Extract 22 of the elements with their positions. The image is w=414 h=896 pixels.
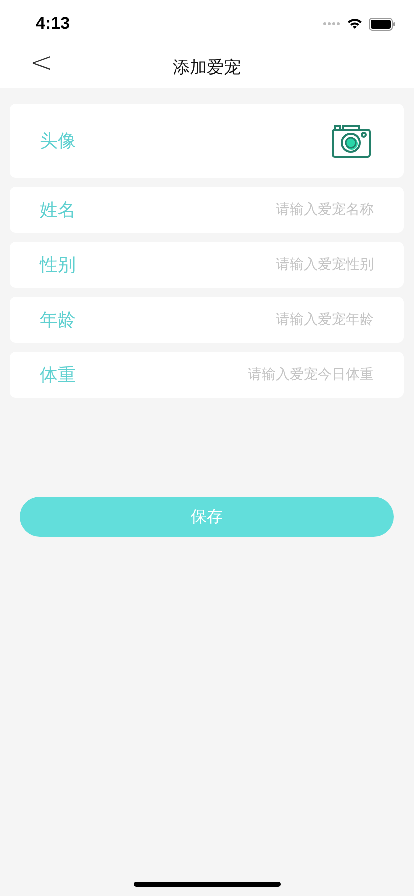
signal-icon	[323, 22, 341, 26]
form-row[interactable]: 性别 请输入爱宠性别	[10, 242, 404, 288]
save-button[interactable]: 保存	[20, 497, 394, 537]
input-field[interactable]: 请输入爱宠今日体重	[154, 364, 374, 386]
field-label: 体重	[40, 364, 76, 388]
form-row[interactable]: 年龄 请输入爱宠年龄	[10, 297, 404, 343]
input-field[interactable]: 请输入爱宠性别	[154, 254, 374, 276]
camera-icon	[332, 123, 372, 159]
back-button[interactable]: <	[30, 48, 54, 78]
field-label: 性别	[40, 254, 76, 278]
battery-icon	[369, 18, 396, 30]
avatar-row[interactable]: 头像	[10, 104, 404, 178]
page-title: 添加爱宠	[173, 57, 241, 80]
form-row[interactable]: 体重 请输入爱宠今日体重	[10, 352, 404, 398]
status-time: 4:13	[36, 13, 70, 36]
wifi-icon	[347, 18, 363, 30]
input-field[interactable]: 请输入爱宠年龄	[154, 310, 374, 330]
field-label: 年龄	[40, 308, 76, 332]
input-field[interactable]: 请输入爱宠名称	[154, 200, 374, 220]
form-row[interactable]: 姓名 请输入爱宠名称	[10, 187, 404, 233]
avatar-label: 头像	[40, 130, 76, 154]
field-label: 姓名	[40, 198, 76, 222]
